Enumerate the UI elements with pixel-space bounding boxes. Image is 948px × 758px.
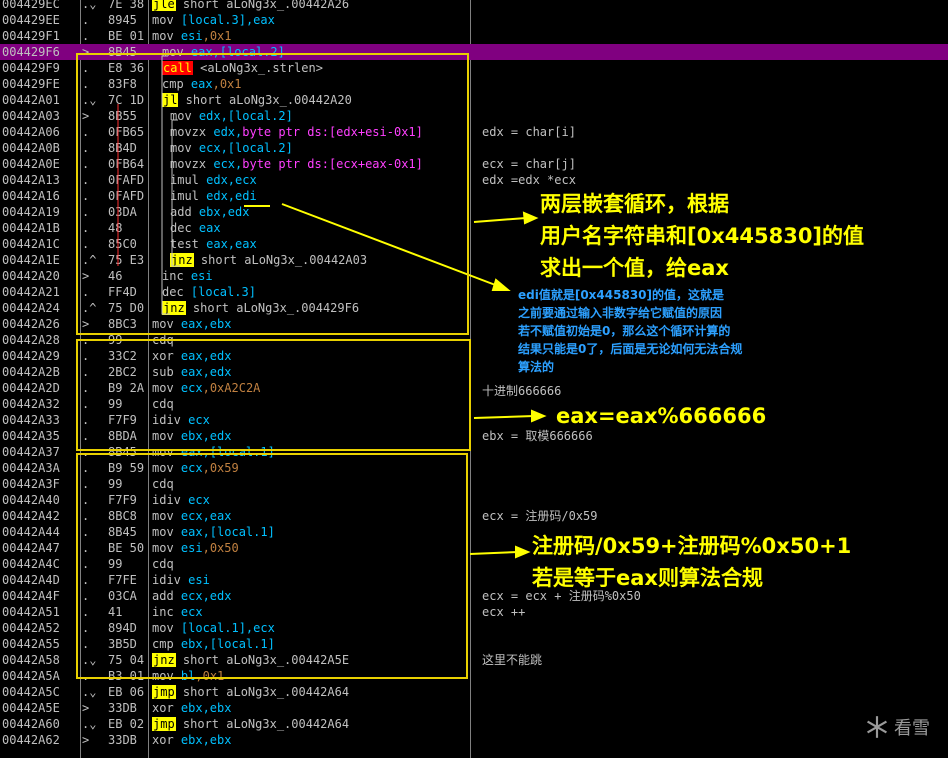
decimal-note: 十进制666666 — [482, 384, 562, 398]
disassembly-view[interactable]: 004429EC .⌄ 7E 38 jle short aLoNg3x_.00442A… — [0, 0, 948, 758]
highlight-box-check — [76, 453, 468, 679]
check-note: 注册码/0x59+注册码%0x50+1 若是等于eax则算法合规 — [532, 534, 852, 590]
snowflake-icon — [867, 716, 887, 738]
arrow-loop-note — [473, 211, 539, 225]
watermark-text: 看雪 — [894, 718, 930, 739]
mod-note: eax=eax%666666 — [556, 404, 767, 428]
arrow-mod-note — [473, 409, 547, 423]
arrow-check-note — [469, 545, 531, 559]
edi-note: edi值就是[0x445830]的值，这就是 之前要通过输入非数字给它赋值的原因… — [518, 288, 743, 374]
highlight-box-loop — [76, 53, 469, 335]
watermark: 看雪 — [864, 714, 930, 740]
loop-note: 两层嵌套循环，根据 用户名字符串和[0x445830]的值 求出一个值，给eax — [540, 192, 865, 280]
highlight-box-mod — [76, 339, 471, 451]
